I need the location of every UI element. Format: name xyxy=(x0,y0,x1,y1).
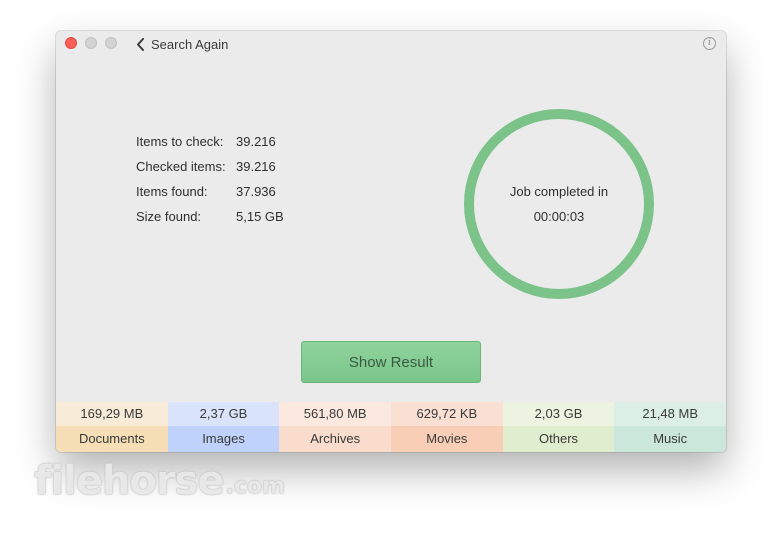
stat-value: 37.936 xyxy=(236,184,276,199)
category-name: Others xyxy=(502,426,615,452)
info-icon[interactable]: i xyxy=(703,37,716,50)
close-window-button[interactable] xyxy=(65,37,77,49)
stat-value: 5,15 GB xyxy=(236,209,284,224)
category-name: Movies xyxy=(391,426,503,452)
category-name: Documents xyxy=(56,426,168,452)
category-name: Music xyxy=(614,426,726,452)
title-bar: Search Again i xyxy=(56,31,726,57)
category-documents[interactable]: 169,29 MB Documents xyxy=(56,402,168,452)
filehorse-watermark-logo: filehorse .com xyxy=(34,458,285,504)
chevron-left-icon xyxy=(137,37,144,51)
category-name: Images xyxy=(167,426,280,452)
category-images[interactable]: 2,37 GB Images xyxy=(167,402,280,452)
stats-panel: Items to check: 39.216 Checked items: 39… xyxy=(136,134,284,234)
stat-label: Items to check: xyxy=(136,134,224,149)
category-size: 2,03 GB xyxy=(502,402,615,426)
category-name: Archives xyxy=(279,426,392,452)
show-result-button[interactable]: Show Result xyxy=(301,341,481,383)
category-size: 2,37 GB xyxy=(167,402,280,426)
zoom-window-button[interactable] xyxy=(105,37,117,49)
category-movies[interactable]: 629,72 KB Movies xyxy=(391,402,503,452)
stat-label: Items found: xyxy=(136,184,208,199)
category-archives[interactable]: 561,80 MB Archives xyxy=(279,402,392,452)
category-others[interactable]: 2,03 GB Others xyxy=(502,402,615,452)
app-window: Search Again i Items to check: 39.216 Ch… xyxy=(56,31,726,452)
stat-label: Size found: xyxy=(136,209,202,224)
category-size: 169,29 MB xyxy=(56,402,168,426)
stat-row-items-found: Items found: 37.936 xyxy=(136,184,284,209)
stat-row-items-to-check: Items to check: 39.216 xyxy=(136,134,284,159)
category-bar: 169,29 MB Documents 2,37 GB Images 561,8… xyxy=(56,402,726,452)
category-size: 561,80 MB xyxy=(279,402,392,426)
watermark-suffix: .com xyxy=(225,473,286,499)
elapsed-time: 00:00:03 xyxy=(533,209,585,224)
category-music[interactable]: 21,48 MB Music xyxy=(614,402,726,452)
stat-row-checked-items: Checked items: 39.216 xyxy=(136,159,284,184)
stat-label: Checked items: xyxy=(136,159,226,174)
watermark-text: filehorse xyxy=(34,458,225,504)
status-text: Job completed in xyxy=(509,184,609,199)
category-size: 21,48 MB xyxy=(614,402,726,426)
stat-row-size-found: Size found: 5,15 GB xyxy=(136,209,284,234)
stat-value: 39.216 xyxy=(236,159,276,174)
category-size: 629,72 KB xyxy=(391,402,503,426)
progress-ring: Job completed in 00:00:03 xyxy=(464,109,654,299)
search-again-label: Search Again xyxy=(151,36,229,52)
search-again-button[interactable]: Search Again xyxy=(136,35,228,53)
stat-value: 39.216 xyxy=(236,134,276,149)
minimize-window-button[interactable] xyxy=(85,37,97,49)
